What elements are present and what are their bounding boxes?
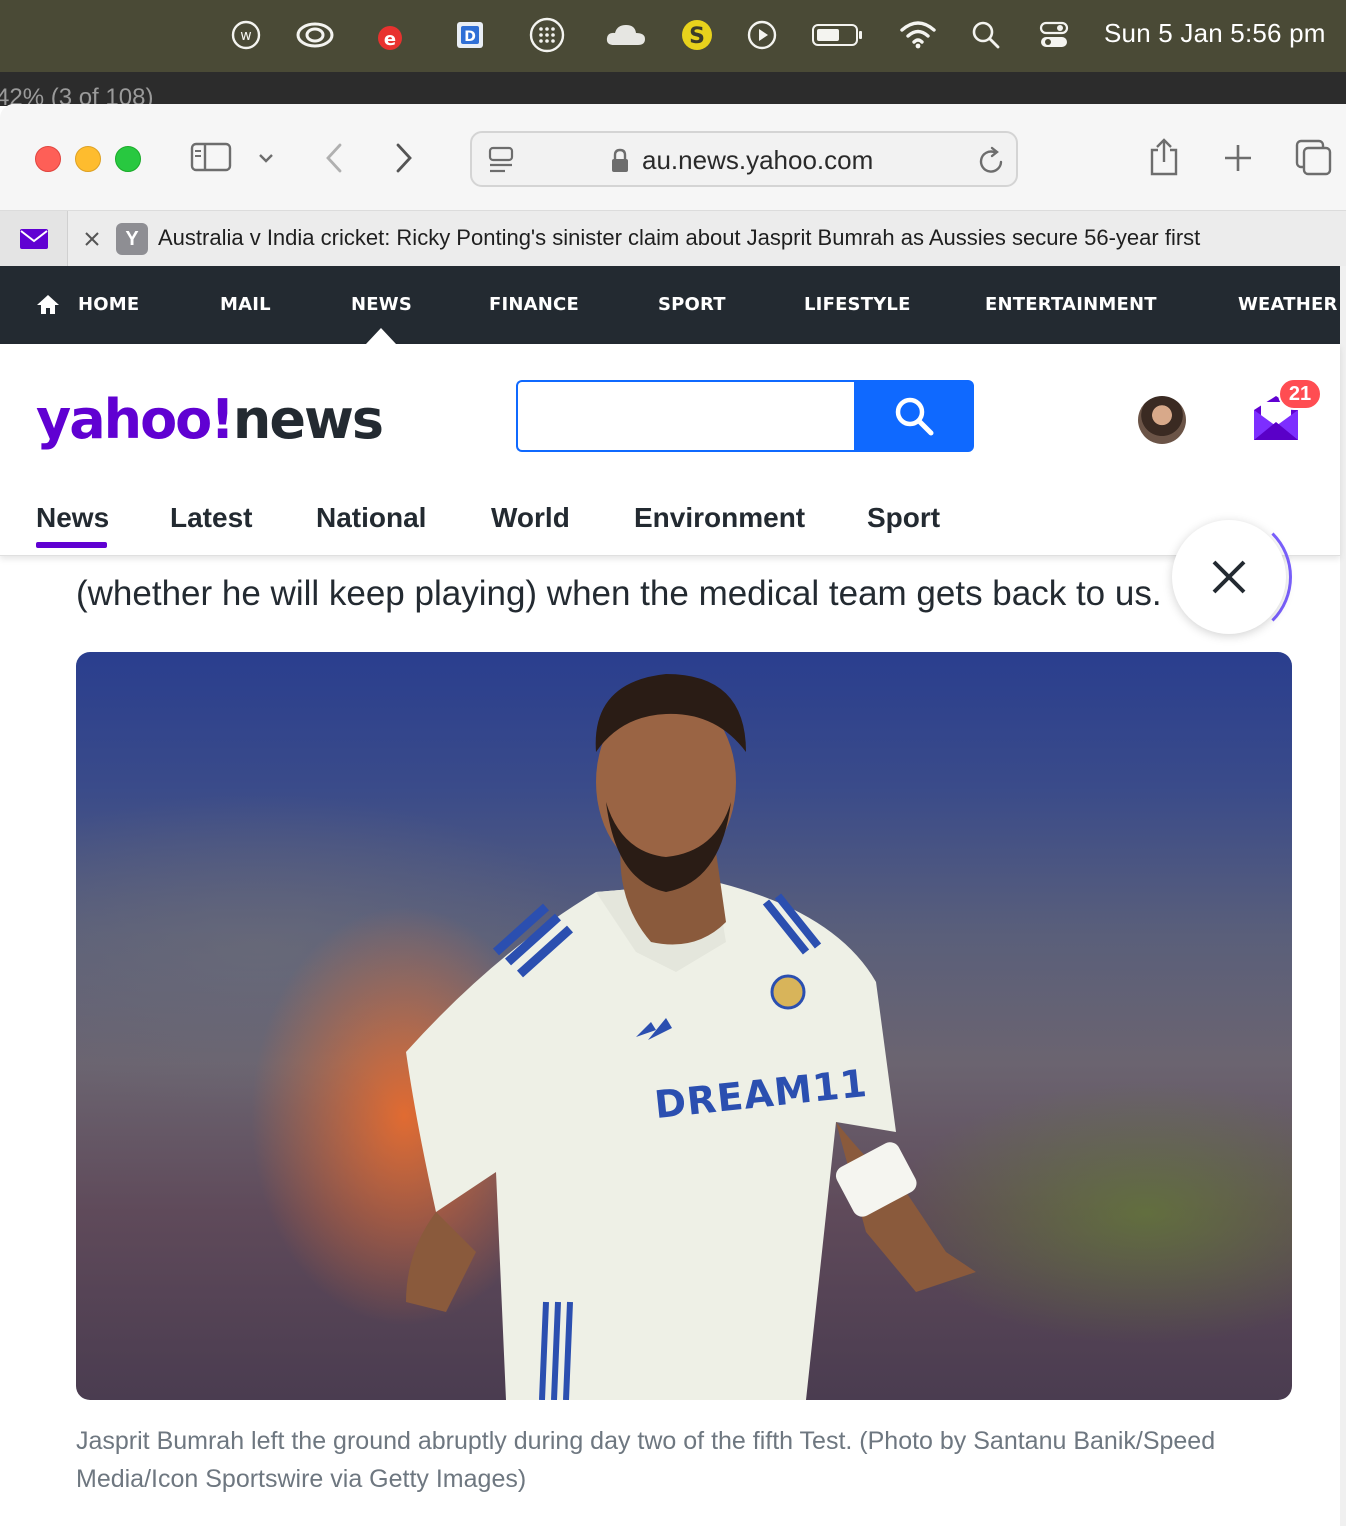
spotlight-icon[interactable] [968,14,1004,56]
tab-favicon: Y [116,223,148,255]
photo-caption: Jasprit Bumrah left the ground abruptly … [76,1427,1216,1493]
lock-icon [608,147,632,175]
nav-mail[interactable]: MAIL [220,294,271,315]
dots-grid-icon[interactable] [526,14,568,56]
mail-count-badge: 21 [1278,378,1322,410]
home-icon[interactable] [36,292,60,316]
cricketer-photo [406,674,976,1400]
chevron-down-icon[interactable] [254,146,278,170]
zoom-window-button[interactable] [115,146,141,172]
nav-finance[interactable]: FINANCE [489,294,579,315]
address-bar[interactable]: au.news.yahoo.com [470,131,1018,187]
battery-icon[interactable] [810,14,866,56]
skype-icon[interactable]: S [678,14,716,56]
subnav-world[interactable]: World [491,502,570,534]
tab-bar: Y Australia v India cricket: Ricky Ponti… [0,210,1346,267]
minimize-window-button[interactable] [75,146,101,172]
search-icon [895,397,934,436]
article-paragraph: (whether he will keep playing) when the … [76,574,1162,613]
tab-article[interactable]: Y Australia v India cricket: Ricky Ponti… [68,211,1346,267]
close-tab-icon[interactable] [80,227,104,251]
subnav-national[interactable]: National [316,502,426,534]
dictionary-icon[interactable]: D [452,14,488,56]
creative-cloud-icon[interactable] [294,14,336,56]
sidebar-toggle-icon[interactable] [190,140,232,174]
close-window-button[interactable] [35,146,61,172]
svg-text:e: e [384,29,396,50]
svg-text:D: D [464,29,476,45]
nav-weather[interactable]: WEATHER [1238,294,1338,315]
reader-page-icon[interactable] [486,145,516,175]
macos-menubar: w e D S Sun 5 Jan 5:56 pm [0,0,1346,72]
subnav-news[interactable]: News [36,502,109,534]
yahoo-news-header: yahoo!news 21 News Latest National World… [0,344,1340,556]
subnav-latest[interactable]: Latest [170,502,252,534]
close-overlay-button[interactable] [1172,520,1286,634]
reload-icon[interactable] [976,145,1008,177]
subnav-active-indicator [36,542,107,548]
pinned-tab-mail[interactable] [0,211,68,267]
nav-entertainment[interactable]: ENTERTAINMENT [985,294,1157,315]
subnav-sport[interactable]: Sport [867,502,940,534]
tab-overview-icon[interactable] [1294,138,1334,178]
logo-news: news [232,388,384,451]
subnav-environment[interactable]: Environment [634,502,805,534]
logo-yahoo: yahoo! [36,388,235,451]
tab-title[interactable]: Australia v India cricket: Ricky Ponting… [158,225,1200,251]
search-button[interactable] [854,380,974,452]
nav-active-caret [366,328,396,344]
article-photo[interactable]: DREAM11 [76,652,1292,1400]
new-tab-icon[interactable] [1220,140,1256,176]
wunderbucket-icon[interactable]: w [228,14,264,56]
svg-text:w: w [240,28,251,44]
svg-text:S: S [689,24,705,49]
close-icon [1212,560,1246,594]
antivirus-icon[interactable]: e [372,14,408,56]
mail-envelope-icon [19,229,48,249]
control-center-icon[interactable] [1036,14,1072,56]
browser-toolbar: au.news.yahoo.com [0,104,1346,210]
page-scrollbar[interactable] [1340,266,1346,1526]
search-input[interactable] [516,380,856,452]
user-avatar[interactable] [1138,396,1186,444]
nav-lifestyle[interactable]: LIFESTYLE [804,294,911,315]
cloud-icon[interactable] [602,14,650,56]
nav-home[interactable]: HOME [78,294,139,315]
play-icon[interactable] [744,14,780,56]
nav-news[interactable]: NEWS [351,294,412,315]
back-icon[interactable] [318,140,350,176]
share-icon[interactable] [1146,136,1182,178]
forward-icon[interactable] [388,140,420,176]
url-text[interactable]: au.news.yahoo.com [642,145,873,176]
wifi-icon[interactable] [898,14,938,56]
yahoo-top-nav: HOME MAIL NEWS FINANCE SPORT LIFESTYLE E… [0,266,1340,344]
nav-sport[interactable]: SPORT [658,294,726,315]
background-window-strip: 42% (3 of 108) [0,72,1346,106]
yahoo-news-logo[interactable]: yahoo!news [36,388,384,451]
menubar-clock[interactable]: Sun 5 Jan 5:56 pm [1104,18,1326,49]
background-window-text: 42% (3 of 108) [0,84,154,106]
